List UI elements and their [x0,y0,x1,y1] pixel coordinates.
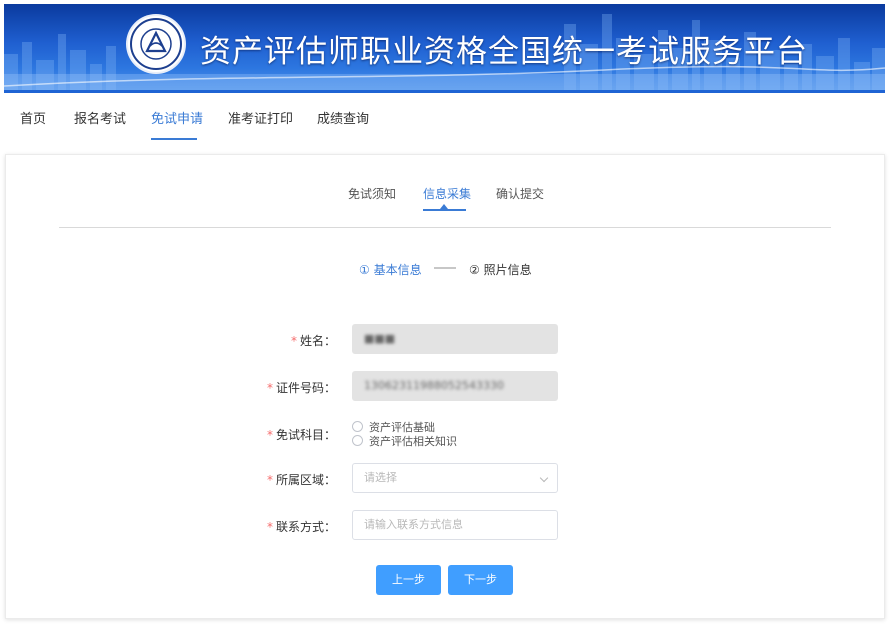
step-basic-info: ① 基本信息 [359,263,422,277]
step-photo-info: ② 照片信息 [469,263,532,277]
nav-home[interactable]: 首页 [20,108,46,127]
site-title: 资产评估师职业资格全国统一考试服务平台 [200,34,808,70]
radio-icon[interactable] [352,435,363,446]
region-select[interactable]: 请选择 [352,463,558,493]
step-connector [434,267,456,269]
tab-info-collection[interactable]: 信息采集 [423,185,471,202]
id-number-field[interactable]: 13062311988052543330 [352,371,558,401]
previous-step-button[interactable]: 上一步 [376,565,441,595]
nav-score-query[interactable]: 成绩查询 [317,108,369,127]
banner-divider [4,90,885,93]
name-field[interactable]: ■■■ [352,324,558,354]
nav-exam-registration[interactable]: 报名考试 [74,108,126,127]
tab-confirm-submit[interactable]: 确认提交 [496,185,544,202]
contact-label: * 联系方式： [266,520,336,534]
required-mark: * [266,381,273,395]
section-divider [59,227,831,228]
association-seal-icon [128,16,184,72]
nav-admission-ticket[interactable]: 准考证打印 [228,108,293,127]
required-mark: * [266,428,273,442]
subjects-label: * 免试科目： [266,428,336,442]
active-tab-underline [423,209,466,211]
subject-option-related-knowledge[interactable]: 资产评估相关知识 [352,433,457,449]
main-nav: 首页 报名考试 免试申请 准考证打印 成绩查询 [0,94,889,144]
nav-exemption-application[interactable]: 免试申请 [151,108,203,127]
region-label: * 所属区域： [266,473,336,487]
application-card: 免试须知 信息采集 确认提交 ① 基本信息 ② 照片信息 * 姓名： ■■■ * 证… [5,154,885,619]
radio-icon[interactable] [352,421,363,432]
required-mark: * [266,473,273,487]
name-label: * 姓名： [290,334,336,348]
next-step-button[interactable]: 下一步 [448,565,513,595]
required-mark: * [290,334,297,348]
nav-active-indicator [151,138,197,140]
required-mark: * [266,520,273,534]
id-number-label: * 证件号码： [266,381,336,395]
tab-exemption-notice[interactable]: 免试须知 [348,185,396,202]
header-banner: 资产评估师职业资格全国统一考试服务平台 [4,4,885,90]
chevron-down-icon [539,473,549,483]
contact-input[interactable]: 请输入联系方式信息 [352,510,558,540]
